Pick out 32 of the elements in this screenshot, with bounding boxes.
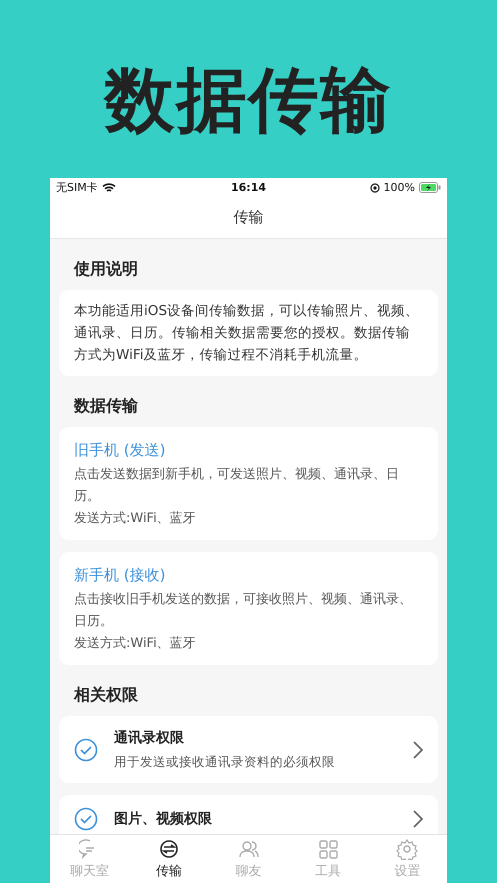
permission-title: 图片、视频权限 (114, 810, 213, 829)
section-heading: 使用说明 (74, 259, 139, 280)
settings-icon (396, 838, 418, 860)
section-heading: 数据传输 (74, 396, 139, 417)
card-description: 点击接收旧手机发送的数据，可接收照片、视频、通讯录、日历。 (74, 591, 413, 631)
battery-percent: 100% (384, 181, 415, 194)
headline: 数据传输 (104, 58, 392, 143)
transfer-card[interactable]: 新手机 (接收) 点击接收旧手机发送的数据，可接收照片、视频、通讯录、日历。 发送方式:WiFi、蓝牙 (59, 552, 438, 665)
grid-icon (316, 838, 339, 860)
battery-charging-icon (419, 182, 441, 193)
nav-title: 传输 (234, 208, 264, 227)
permission-card[interactable]: 图片、视频权限 (59, 795, 438, 834)
wifi-icon (102, 182, 116, 192)
permission-card[interactable]: 通讯录权限 用于发送或接收通讯录资料的必须权限 (59, 716, 438, 783)
transfer-card[interactable]: 旧手机 (发送) 点击发送数据到新手机，可发送照片、视频、通讯录、日历。 发送方式:WiFi、蓝牙 (59, 427, 438, 540)
transfer-method: 发送方式:WiFi、蓝牙 (74, 510, 197, 528)
status-time: 16:14 (230, 181, 267, 194)
description-text: 本功能适用iOS设备间传输数据，可以传输照片、视频、通讯录、日历。传输相关数据需要您的授权。数据传输方式为WiFi及蓝牙，传输过程不消耗手机流量。 (74, 302, 420, 365)
card-title: 旧手机 (发送) (74, 441, 166, 460)
card-title: 新手机 (接收) (74, 566, 166, 585)
section-heading: 相关权限 (74, 685, 139, 706)
transfer-method: 发送方式:WiFi、蓝牙 (74, 635, 197, 653)
people-icon (238, 838, 260, 860)
swap-arrows-icon (158, 838, 180, 860)
orientation-lock-icon (370, 182, 380, 192)
permission-title: 通讯录权限 (114, 729, 185, 748)
chevron-right-icon (413, 810, 423, 828)
card-description: 点击发送数据到新手机，可发送照片、视频、通讯录、日历。 (74, 466, 400, 506)
permission-description: 用于发送或接收通讯录资料的必须权限 (114, 754, 336, 771)
carrier-text: 无SIM卡 (56, 180, 98, 195)
chevron-right-icon (413, 740, 423, 758)
tab-item[interactable]: 传输 (129, 835, 209, 883)
